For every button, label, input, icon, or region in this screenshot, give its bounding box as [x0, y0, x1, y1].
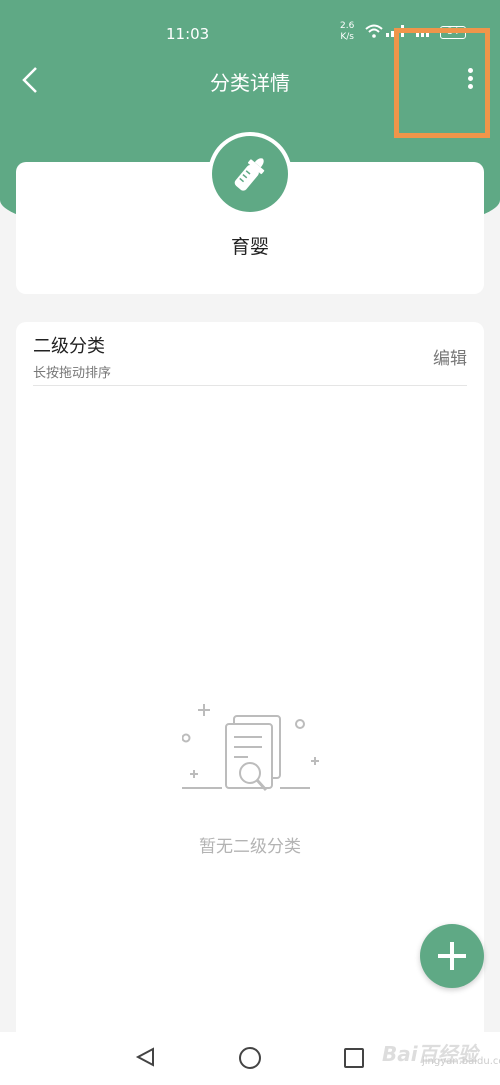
network-speed: 2.6 K/s [340, 21, 354, 43]
baby-bottle-icon [234, 158, 265, 191]
status-time: 11:03 [166, 25, 210, 43]
category-icon-circle [212, 136, 288, 212]
category-avatar [208, 132, 292, 216]
add-subcategory-button[interactable] [420, 924, 484, 988]
wifi-icon [365, 24, 383, 38]
network-speed-unit: K/s [340, 32, 354, 42]
nav-home-icon[interactable] [239, 1047, 261, 1069]
subcategory-hint: 长按拖动排序 [33, 366, 112, 381]
nav-recents-icon[interactable] [344, 1048, 364, 1068]
edit-button[interactable]: 编辑 [433, 344, 467, 369]
watermark-url: jingyan.baidu.com [422, 1056, 500, 1067]
watermark: Bai百经验 jingyan.baidu.com [380, 1028, 500, 1083]
subcategory-card: 二级分类 长按拖动排序 编辑 暂无二级分类 [16, 322, 484, 1042]
empty-state-icon [182, 704, 319, 792]
network-speed-value: 2.6 [340, 21, 355, 31]
divider [33, 385, 467, 386]
highlight-annotation [394, 28, 490, 138]
category-name: 育婴 [230, 236, 269, 258]
nav-back-icon[interactable] [135, 1047, 155, 1067]
empty-state-text: 暂无二级分类 [199, 837, 301, 857]
subcategory-title: 二级分类 [33, 336, 105, 357]
